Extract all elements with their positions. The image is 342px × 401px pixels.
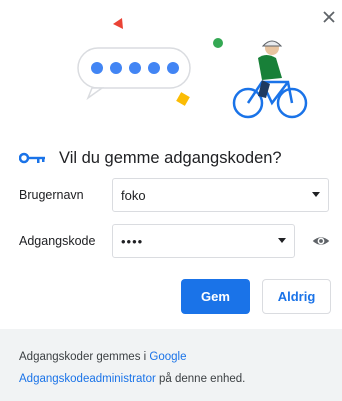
dialog-title: Vil du gemme adgangskoden? [59, 148, 282, 167]
password-manager-link-part1[interactable]: Google [149, 351, 186, 363]
save-password-dialog: Vil du gemme adgangskoden? Brugernavn fo… [0, 0, 342, 401]
chevron-down-icon [312, 192, 320, 197]
username-label: Brugernavn [19, 188, 84, 202]
close-icon [323, 11, 335, 23]
username-row: Brugernavn foko [19, 178, 330, 212]
footer-text-end: på denne enhed. [155, 373, 246, 385]
footer: Adgangskoder gemmes i Google Adgangskode… [0, 329, 342, 401]
save-button[interactable]: Gem [181, 279, 250, 314]
password-manager-link-part2[interactable]: Adgangskodeadministrator [19, 373, 156, 385]
footer-text: Adgangskoder gemmes i [19, 351, 150, 363]
cyclist-illustration [77, 18, 308, 119]
never-button[interactable]: Aldrig [262, 279, 331, 314]
username-value: foko [121, 187, 146, 203]
key-icon [19, 152, 45, 164]
chevron-down-icon [278, 238, 286, 243]
password-value: •••• [121, 233, 144, 249]
dialog-header: Vil du gemme adgangskoden? [19, 146, 282, 170]
password-row: Adgangskode •••• [19, 224, 330, 258]
password-dropdown[interactable]: •••• [112, 224, 295, 258]
username-dropdown[interactable]: foko [112, 178, 329, 212]
close-button[interactable] [318, 6, 340, 28]
eye-icon[interactable] [312, 232, 330, 250]
password-label: Adgangskode [19, 234, 96, 248]
